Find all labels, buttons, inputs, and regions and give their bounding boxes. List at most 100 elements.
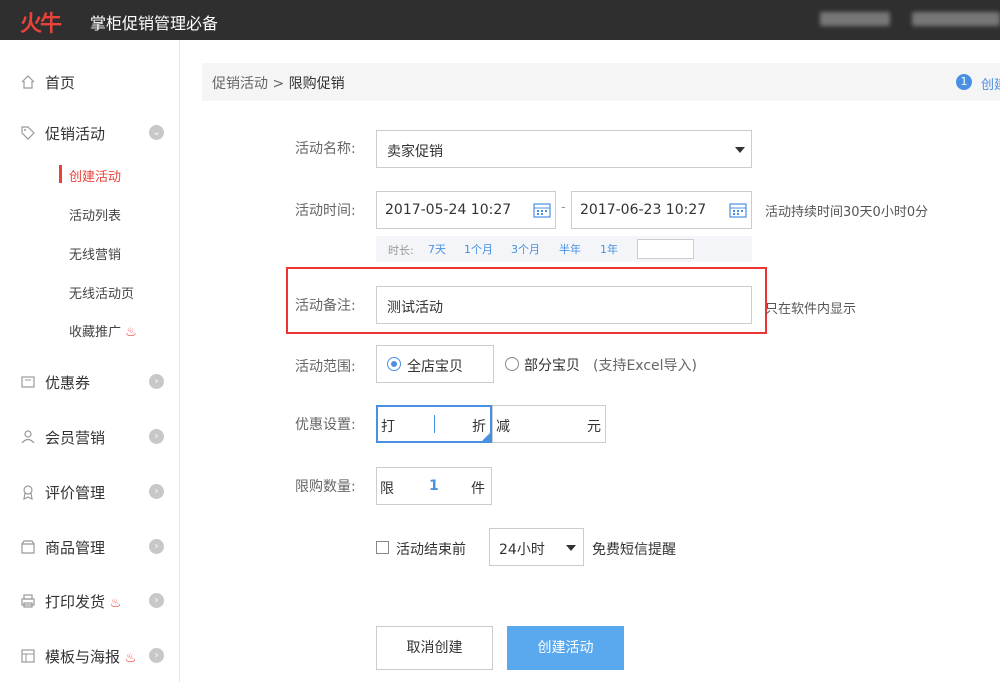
sidebar-item-review[interactable]: 评价管理 ›: [0, 477, 180, 507]
sidebar-item-label: 首页: [45, 74, 76, 92]
time-separator: -: [561, 200, 566, 215]
reminder-label[interactable]: 活动结束前: [396, 539, 466, 559]
scope-all-radio[interactable]: [387, 357, 401, 371]
sidebar-item-label: 商品管理: [45, 539, 106, 557]
discount-rate-input[interactable]: 打 折: [376, 405, 492, 443]
scope-all-option[interactable]: 全店宝贝: [376, 345, 494, 383]
activity-note-label: 活动备注:: [295, 298, 356, 314]
sidebar-sub-wireless-marketing[interactable]: 无线营销: [69, 244, 121, 263]
chevron-right-icon[interactable]: ›: [149, 429, 164, 444]
step-number-badge: 1: [956, 74, 972, 90]
limit-xian-label: 限: [380, 481, 394, 497]
app-logo[interactable]: 火牛: [20, 6, 62, 38]
duration-option-3m[interactable]: 3个月: [511, 241, 540, 257]
duration-shortcuts: 时长: 7天 1个月 3个月 半年 1年: [376, 236, 752, 262]
start-time-value: 2017-05-24 10:27: [385, 202, 512, 218]
reminder-time-select[interactable]: 24小时: [489, 528, 584, 566]
limit-quantity-label: 限购数量:: [295, 479, 356, 495]
sidebar-item-label: 收藏推广: [69, 325, 122, 340]
discount-setting-label: 优惠设置:: [295, 417, 356, 433]
sidebar-item-label: 会员营销: [45, 429, 106, 447]
duration-label: 时长:: [388, 244, 414, 257]
cancel-button[interactable]: 取消创建: [376, 626, 493, 670]
account-info-blurred: [912, 12, 1000, 26]
tag-icon: [21, 126, 35, 140]
sidebar-item-template[interactable]: 模板与海报 ♨ ›: [0, 641, 180, 671]
calendar-icon[interactable]: [729, 202, 747, 218]
discount-da-label: 打: [381, 419, 395, 435]
sidebar-item-goods[interactable]: 商品管理 ›: [0, 532, 180, 562]
activity-time-label: 活动时间:: [295, 203, 356, 219]
limit-quantity-input[interactable]: 限 1 件: [376, 467, 492, 505]
app-title: 掌柜促销管理必备: [90, 14, 219, 33]
activity-name-label: 活动名称:: [295, 141, 356, 157]
start-time-input[interactable]: 2017-05-24 10:27: [376, 191, 556, 229]
sidebar-item-member[interactable]: 会员营销 ›: [0, 422, 180, 452]
reminder-suffix: 免费短信提醒: [592, 542, 676, 558]
limit-jian-label: 件: [471, 481, 485, 497]
reminder-checkbox[interactable]: [376, 541, 389, 554]
coupon-icon: [21, 376, 35, 388]
sidebar-item-label: 评价管理: [45, 484, 106, 502]
step-label: 创建: [981, 78, 1000, 93]
calendar-icon[interactable]: [533, 202, 551, 218]
activity-note-value: 测试活动: [387, 300, 443, 316]
scope-all-label: 全店宝贝: [407, 359, 463, 375]
sidebar: 首页 促销活动 ⌄ 创建活动 活动列表 无线营销 无线活动页 收藏推广 ♨ 优惠…: [0, 40, 180, 682]
breadcrumb-separator: >: [272, 76, 285, 92]
scope-part-radio[interactable]: [505, 357, 519, 371]
caret-down-icon: [735, 147, 745, 153]
sidebar-item-label: 打印发货 ♨: [45, 593, 122, 611]
create-activity-button[interactable]: 创建活动: [507, 626, 624, 670]
chevron-right-icon[interactable]: ›: [149, 484, 164, 499]
sidebar-item-label: 模板与海报 ♨: [45, 648, 137, 666]
sidebar-item-coupons[interactable]: 优惠券 ›: [0, 367, 180, 397]
store-icon: [21, 540, 35, 554]
printer-icon: [21, 594, 35, 608]
chevron-right-icon[interactable]: ›: [149, 593, 164, 608]
template-icon: [21, 649, 35, 663]
user-info-blurred: [820, 12, 890, 26]
sidebar-sub-create-activity[interactable]: 创建活动: [69, 166, 121, 185]
main-content: 促销活动 > 限购促销 1 创建 活动名称: 卖家促销 活动时间: 2017-0…: [180, 40, 1000, 682]
user-icon: [21, 430, 35, 444]
breadcrumb-parent[interactable]: 促销活动: [212, 76, 268, 92]
sidebar-item-home[interactable]: 首页: [0, 67, 180, 97]
sidebar-item-print[interactable]: 打印发货 ♨ ›: [0, 586, 180, 616]
discount-amount-input[interactable]: 减 元: [492, 405, 606, 443]
scope-part-label[interactable]: 部分宝贝: [524, 355, 580, 375]
scope-part-hint: (支持Excel导入): [593, 358, 698, 374]
text-cursor: [434, 415, 435, 433]
limit-quantity-value: 1: [429, 478, 439, 494]
corner-marker: [482, 433, 490, 441]
duration-custom-input[interactable]: [637, 239, 694, 259]
duration-option-1y[interactable]: 1年: [600, 241, 618, 257]
activity-note-input[interactable]: 测试活动: [376, 286, 752, 324]
duration-option-6m[interactable]: 半年: [559, 241, 581, 257]
chevron-right-icon[interactable]: ›: [149, 648, 164, 663]
discount-jian-label: 减: [496, 419, 510, 435]
chevron-right-icon[interactable]: ›: [149, 539, 164, 554]
sidebar-sub-activity-list[interactable]: 活动列表: [69, 205, 121, 224]
duration-option-1m[interactable]: 1个月: [464, 241, 493, 257]
fire-icon: ♨: [109, 596, 122, 611]
sidebar-sub-favorites-promo[interactable]: 收藏推广 ♨: [69, 321, 137, 340]
caret-down-icon: [566, 545, 576, 551]
award-icon: [23, 485, 33, 500]
chevron-right-icon[interactable]: ›: [149, 374, 164, 389]
end-time-input[interactable]: 2017-06-23 10:27: [571, 191, 752, 229]
duration-text: 活动持续时间30天0小时0分: [765, 205, 929, 220]
sidebar-sub-wireless-page[interactable]: 无线活动页: [69, 283, 134, 302]
end-time-value: 2017-06-23 10:27: [580, 202, 707, 218]
breadcrumb-bar: 促销活动 > 限购促销 1 创建: [202, 63, 1000, 101]
sidebar-item-label: 优惠券: [45, 374, 91, 392]
sidebar-item-promo[interactable]: 促销活动 ⌄: [0, 118, 180, 148]
activity-name-select[interactable]: 卖家促销: [376, 130, 752, 168]
breadcrumb: 促销活动 > 限购促销: [212, 73, 345, 93]
activity-name-value: 卖家促销: [387, 144, 443, 160]
active-indicator: [59, 165, 62, 183]
chevron-down-icon[interactable]: ⌄: [149, 125, 164, 140]
activity-scope-label: 活动范围:: [295, 359, 356, 375]
fire-icon: ♨: [124, 651, 137, 666]
duration-option-7d[interactable]: 7天: [428, 241, 446, 257]
